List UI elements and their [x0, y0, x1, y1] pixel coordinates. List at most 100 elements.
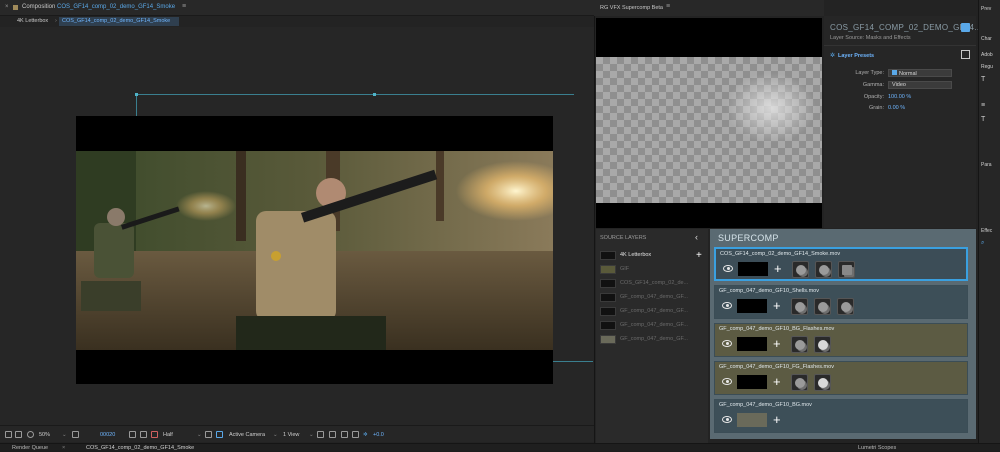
layer-type-dropdown[interactable]: Normal	[888, 69, 952, 77]
effect-icon[interactable]	[814, 336, 831, 353]
layer-type-value: Normal	[899, 71, 917, 77]
bottom-tab-bar: Render Queue × COS_GF14_comp_02_demo_GF1…	[0, 443, 1000, 451]
add-effect-icon[interactable]: +	[773, 372, 781, 391]
source-layer-label: GF_comp_047_demo_GF...	[620, 294, 688, 300]
eye-icon[interactable]	[722, 416, 732, 423]
zoom-dropdown[interactable]: 50%	[39, 431, 50, 439]
chevron-down-icon[interactable]: ⌄	[197, 431, 202, 439]
source-layer-item[interactable]: GF_comp_047_demo_GF...	[598, 333, 704, 346]
add-icon[interactable]: +	[696, 249, 702, 262]
supercomp-layer[interactable]: COS_GF14_comp_02_demo_GF14_Smoke.mov +	[714, 247, 968, 281]
layer-source: Layer Source: Masks and Effects	[830, 35, 911, 41]
effect-icon[interactable]	[814, 374, 831, 391]
tab-active-comp[interactable]: COS_GF14_comp_02_demo_GF14_Smoke	[59, 17, 179, 26]
effect-icon[interactable]	[791, 298, 808, 315]
source-layer-item[interactable]: GF_comp_047_demo_GF...	[598, 305, 704, 318]
collapse-icon[interactable]: ‹	[695, 232, 698, 242]
eye-icon[interactable]	[722, 340, 732, 347]
source-layer-label: 4K Letterbox	[620, 252, 652, 258]
composition-breadcrumb: 4K Letterbox › COS_GF14_comp_02_demo_GF1…	[0, 16, 594, 27]
gamma-dropdown[interactable]: Video	[888, 81, 952, 89]
supercomp-layer[interactable]: GF_comp_047_demo_GF10_FG_Flashes.mov +	[714, 361, 968, 395]
source-layer-item[interactable]: GIF	[598, 263, 704, 276]
supercomp-layer[interactable]: GF_comp_047_demo_GF10_BG_Flashes.mov +	[714, 323, 968, 357]
add-effect-icon[interactable]: +	[774, 259, 782, 278]
timecode[interactable]: 00020	[100, 431, 115, 439]
dock-label[interactable]: Adob	[981, 52, 993, 58]
add-effect-icon[interactable]: +	[773, 334, 781, 353]
eye-icon[interactable]	[722, 378, 732, 385]
layer-thumbnail	[737, 337, 767, 351]
text-tool-icon[interactable]: T	[981, 116, 985, 123]
chevron-down-icon[interactable]: ⌄	[309, 431, 314, 439]
effect-icon[interactable]	[791, 336, 808, 353]
dock-label[interactable]: Prev	[981, 6, 991, 12]
source-layer-item[interactable]: GF_comp_047_demo_GF...	[598, 319, 704, 332]
snapshot-icon[interactable]	[129, 431, 136, 441]
dock-label[interactable]: Regu	[981, 64, 993, 70]
always-preview-icon[interactable]	[5, 431, 12, 441]
presets-icon[interactable]: ✲	[830, 52, 835, 59]
show-snapshot-icon[interactable]	[140, 431, 147, 441]
source-layer-item[interactable]: COS_GF14_comp_02_de...	[598, 277, 704, 290]
layer-info-icon[interactable]	[961, 23, 970, 32]
exposure-value[interactable]: +0.0	[373, 431, 384, 439]
close-icon[interactable]: ×	[5, 4, 9, 10]
dock-label[interactable]: Char	[981, 36, 992, 42]
views-dropdown[interactable]: 1 View	[283, 431, 299, 439]
source-layer-item[interactable]: 4K Letterbox +	[598, 249, 704, 262]
grid-icon[interactable]	[15, 431, 22, 441]
chevron-down-icon[interactable]: ⌄	[62, 431, 67, 439]
opacity-value[interactable]: 100.00 %	[888, 94, 911, 100]
dock-label[interactable]: Effec	[981, 228, 992, 234]
layer-thumbnail	[737, 299, 767, 313]
effect-icon[interactable]	[838, 261, 855, 278]
lock-icon[interactable]	[13, 5, 18, 10]
layer-thumbnail	[737, 375, 767, 389]
layer-thumbnail	[600, 293, 616, 302]
eye-icon[interactable]	[723, 265, 733, 272]
save-preset-icon[interactable]	[961, 50, 970, 59]
text-tool-icon[interactable]: T	[981, 76, 985, 83]
region-of-interest-icon[interactable]	[205, 431, 212, 441]
effect-icon[interactable]	[814, 298, 831, 315]
effect-icon[interactable]	[837, 298, 854, 315]
effect-icon[interactable]	[791, 374, 808, 391]
color-channels-icon[interactable]	[151, 431, 158, 441]
tab-4k-letterbox[interactable]: 4K Letterbox	[14, 17, 51, 26]
grain-value[interactable]: 0.00 %	[888, 105, 905, 111]
add-effect-icon[interactable]: +	[773, 296, 781, 315]
panel-menu-icon[interactable]: ≡	[666, 3, 670, 10]
layer-thumbnail	[600, 335, 616, 344]
effect-icon[interactable]	[815, 261, 832, 278]
layer-info-panel: COS_GF14_COMP_02_DEMO_GF14... Layer Sour…	[824, 16, 982, 228]
search-icon[interactable]: ⌕	[981, 240, 984, 247]
align-icon[interactable]: ≡	[981, 102, 985, 109]
toggle-pixel-icon[interactable]	[317, 431, 324, 441]
panel-menu-icon[interactable]: ≡	[182, 3, 186, 10]
transparency-grid-icon[interactable]	[216, 431, 223, 441]
anchor-handle[interactable]	[135, 93, 138, 96]
eye-icon[interactable]	[722, 302, 732, 309]
supercomp-layer[interactable]: GF_comp_047_demo_GF10_Shells.mov +	[714, 285, 968, 319]
dock-label[interactable]: Para	[981, 162, 992, 168]
layer-controls: +	[720, 260, 964, 279]
timeline-icon[interactable]	[341, 431, 348, 441]
fast-preview-icon[interactable]	[329, 431, 336, 441]
layer-presets-label[interactable]: Layer Presets	[838, 53, 874, 59]
resolution-dropdown[interactable]: Half	[163, 431, 173, 439]
supercomp-layer[interactable]: GF_comp_047_demo_GF10_BG.mov +	[714, 399, 968, 433]
source-layer-item[interactable]: GF_comp_047_demo_GF...	[598, 291, 704, 304]
camera-dropdown[interactable]: Active Camera	[229, 431, 265, 439]
add-effect-icon[interactable]: +	[773, 410, 781, 429]
flowchart-icon[interactable]	[352, 431, 359, 441]
chevron-down-icon[interactable]: ⌄	[273, 431, 278, 439]
reset-exposure-icon[interactable]: ✲	[363, 431, 368, 439]
viewer-toolbar: 50% ⌄ 00020 Half ⌄ Active Camera ⌄ 1 Vie…	[0, 425, 594, 442]
mask-icon[interactable]	[27, 431, 34, 441]
layer-type-label: Layer Type:	[855, 70, 884, 76]
supercomp-preview[interactable]	[596, 18, 822, 228]
fit-icon[interactable]	[72, 431, 79, 441]
effect-icon[interactable]	[792, 261, 809, 278]
anchor-handle[interactable]	[373, 93, 376, 96]
